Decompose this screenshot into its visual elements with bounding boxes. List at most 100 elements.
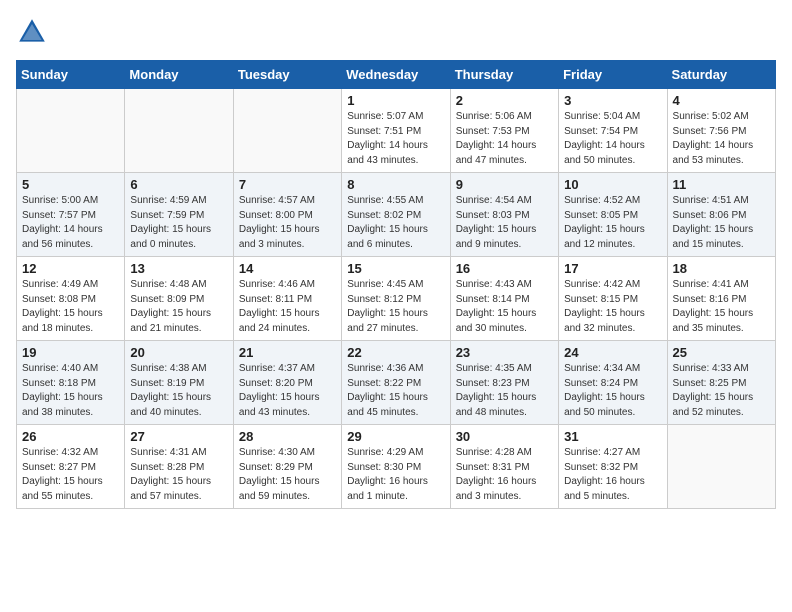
- calendar-empty-cell: [125, 89, 233, 173]
- day-number: 24: [564, 345, 661, 360]
- day-number: 15: [347, 261, 444, 276]
- day-info: Sunrise: 4:34 AM Sunset: 8:24 PM Dayligh…: [564, 362, 661, 420]
- day-number: 1: [347, 93, 444, 108]
- calendar-day-2: 2 Sunrise: 5:06 AM Sunset: 7:53 PM Daylig…: [450, 89, 558, 173]
- day-number: 2: [456, 93, 553, 108]
- day-info: Sunrise: 4:32 AM Sunset: 8:27 PM Dayligh…: [22, 446, 119, 504]
- calendar-week-3: 12 Sunrise: 4:49 AM Sunset: 8:08 PM Dayli…: [17, 257, 776, 341]
- day-info: Sunrise: 4:55 AM Sunset: 8:02 PM Dayligh…: [347, 194, 444, 252]
- calendar-day-26: 26 Sunrise: 4:32 AM Sunset: 8:27 PM Dayli…: [17, 425, 125, 509]
- day-number: 4: [673, 93, 770, 108]
- day-info: Sunrise: 4:37 AM Sunset: 8:20 PM Dayligh…: [239, 362, 336, 420]
- day-number: 5: [22, 177, 119, 192]
- calendar-table: SundayMondayTuesdayWednesdayThursdayFrid…: [16, 60, 776, 509]
- day-number: 23: [456, 345, 553, 360]
- weekday-header-wednesday: Wednesday: [342, 61, 450, 89]
- day-number: 7: [239, 177, 336, 192]
- day-info: Sunrise: 5:07 AM Sunset: 7:51 PM Dayligh…: [347, 110, 444, 168]
- page-header: [16, 16, 776, 48]
- day-number: 22: [347, 345, 444, 360]
- day-info: Sunrise: 4:51 AM Sunset: 8:06 PM Dayligh…: [673, 194, 770, 252]
- day-number: 31: [564, 429, 661, 444]
- day-info: Sunrise: 5:00 AM Sunset: 7:57 PM Dayligh…: [22, 194, 119, 252]
- day-info: Sunrise: 4:59 AM Sunset: 7:59 PM Dayligh…: [130, 194, 227, 252]
- calendar-day-20: 20 Sunrise: 4:38 AM Sunset: 8:19 PM Dayli…: [125, 341, 233, 425]
- calendar-week-2: 5 Sunrise: 5:00 AM Sunset: 7:57 PM Daylig…: [17, 173, 776, 257]
- day-number: 17: [564, 261, 661, 276]
- weekday-header-sunday: Sunday: [17, 61, 125, 89]
- calendar-day-30: 30 Sunrise: 4:28 AM Sunset: 8:31 PM Dayli…: [450, 425, 558, 509]
- day-number: 13: [130, 261, 227, 276]
- calendar-week-5: 26 Sunrise: 4:32 AM Sunset: 8:27 PM Dayli…: [17, 425, 776, 509]
- calendar-day-25: 25Sunrise: 4:33 AM Sunset: 8:25 PM Dayli…: [667, 341, 775, 425]
- day-info: Sunrise: 5:02 AM Sunset: 7:56 PM Dayligh…: [673, 110, 770, 168]
- day-info: Sunrise: 4:52 AM Sunset: 8:05 PM Dayligh…: [564, 194, 661, 252]
- day-info: Sunrise: 4:57 AM Sunset: 8:00 PM Dayligh…: [239, 194, 336, 252]
- day-info: Sunrise: 4:43 AM Sunset: 8:14 PM Dayligh…: [456, 278, 553, 336]
- weekday-header-saturday: Saturday: [667, 61, 775, 89]
- calendar-day-21: 21 Sunrise: 4:37 AM Sunset: 8:20 PM Dayli…: [233, 341, 341, 425]
- logo: [16, 16, 52, 48]
- day-number: 12: [22, 261, 119, 276]
- day-number: 27: [130, 429, 227, 444]
- day-number: 28: [239, 429, 336, 444]
- day-number: 21: [239, 345, 336, 360]
- day-number: 11: [673, 177, 770, 192]
- day-info: Sunrise: 4:27 AM Sunset: 8:32 PM Dayligh…: [564, 446, 661, 504]
- day-info: Sunrise: 4:40 AM Sunset: 8:18 PM Dayligh…: [22, 362, 119, 420]
- calendar-day-8: 8 Sunrise: 4:55 AM Sunset: 8:02 PM Daylig…: [342, 173, 450, 257]
- calendar-day-31: 31 Sunrise: 4:27 AM Sunset: 8:32 PM Dayli…: [559, 425, 667, 509]
- calendar-day-28: 28 Sunrise: 4:30 AM Sunset: 8:29 PM Dayli…: [233, 425, 341, 509]
- calendar-day-12: 12 Sunrise: 4:49 AM Sunset: 8:08 PM Dayli…: [17, 257, 125, 341]
- calendar-day-18: 18 Sunrise: 4:41 AM Sunset: 8:16 PM Dayli…: [667, 257, 775, 341]
- day-info: Sunrise: 4:30 AM Sunset: 8:29 PM Dayligh…: [239, 446, 336, 504]
- weekday-header-thursday: Thursday: [450, 61, 558, 89]
- day-info: Sunrise: 4:28 AM Sunset: 8:31 PM Dayligh…: [456, 446, 553, 504]
- calendar-day-14: 14Sunrise: 4:46 AM Sunset: 8:11 PM Dayli…: [233, 257, 341, 341]
- calendar-day-24: 24 Sunrise: 4:34 AM Sunset: 8:24 PM Dayli…: [559, 341, 667, 425]
- day-number: 18: [673, 261, 770, 276]
- calendar-empty-cell: [17, 89, 125, 173]
- calendar-day-27: 27 Sunrise: 4:31 AM Sunset: 8:28 PM Dayli…: [125, 425, 233, 509]
- day-number: 20: [130, 345, 227, 360]
- weekday-header-monday: Monday: [125, 61, 233, 89]
- day-number: 3: [564, 93, 661, 108]
- day-number: 29: [347, 429, 444, 444]
- day-info: Sunrise: 4:35 AM Sunset: 8:23 PM Dayligh…: [456, 362, 553, 420]
- day-number: 9: [456, 177, 553, 192]
- day-info: Sunrise: 4:45 AM Sunset: 8:12 PM Dayligh…: [347, 278, 444, 336]
- calendar-week-1: 1 Sunrise: 5:07 AM Sunset: 7:51 PM Daylig…: [17, 89, 776, 173]
- day-info: Sunrise: 5:06 AM Sunset: 7:53 PM Dayligh…: [456, 110, 553, 168]
- day-number: 8: [347, 177, 444, 192]
- day-info: Sunrise: 4:31 AM Sunset: 8:28 PM Dayligh…: [130, 446, 227, 504]
- day-info: Sunrise: 4:38 AM Sunset: 8:19 PM Dayligh…: [130, 362, 227, 420]
- day-info: Sunrise: 4:42 AM Sunset: 8:15 PM Dayligh…: [564, 278, 661, 336]
- weekday-header-tuesday: Tuesday: [233, 61, 341, 89]
- calendar-day-7: 7 Sunrise: 4:57 AM Sunset: 8:00 PM Daylig…: [233, 173, 341, 257]
- day-info: Sunrise: 4:49 AM Sunset: 8:08 PM Dayligh…: [22, 278, 119, 336]
- calendar-empty-cell: [667, 425, 775, 509]
- weekday-header-row: SundayMondayTuesdayWednesdayThursdayFrid…: [17, 61, 776, 89]
- calendar-day-4: 4 Sunrise: 5:02 AM Sunset: 7:56 PM Daylig…: [667, 89, 775, 173]
- day-info: Sunrise: 4:29 AM Sunset: 8:30 PM Dayligh…: [347, 446, 444, 504]
- day-number: 25: [673, 345, 770, 360]
- calendar-day-6: 6Sunrise: 4:59 AM Sunset: 7:59 PM Daylig…: [125, 173, 233, 257]
- calendar-day-22: 22Sunrise: 4:36 AM Sunset: 8:22 PM Dayli…: [342, 341, 450, 425]
- calendar-day-19: 19 Sunrise: 4:40 AM Sunset: 8:18 PM Dayli…: [17, 341, 125, 425]
- day-number: 19: [22, 345, 119, 360]
- day-number: 26: [22, 429, 119, 444]
- day-number: 30: [456, 429, 553, 444]
- day-number: 14: [239, 261, 336, 276]
- day-info: Sunrise: 5:04 AM Sunset: 7:54 PM Dayligh…: [564, 110, 661, 168]
- calendar-day-29: 29 Sunrise: 4:29 AM Sunset: 8:30 PM Dayli…: [342, 425, 450, 509]
- calendar-day-9: 9 Sunrise: 4:54 AM Sunset: 8:03 PM Daylig…: [450, 173, 558, 257]
- calendar-day-13: 13Sunrise: 4:48 AM Sunset: 8:09 PM Dayli…: [125, 257, 233, 341]
- calendar-week-4: 19 Sunrise: 4:40 AM Sunset: 8:18 PM Dayli…: [17, 341, 776, 425]
- calendar-day-5: 5 Sunrise: 5:00 AM Sunset: 7:57 PM Daylig…: [17, 173, 125, 257]
- calendar-day-15: 15 Sunrise: 4:45 AM Sunset: 8:12 PM Dayli…: [342, 257, 450, 341]
- calendar-empty-cell: [233, 89, 341, 173]
- calendar-day-3: 3 Sunrise: 5:04 AM Sunset: 7:54 PM Daylig…: [559, 89, 667, 173]
- day-info: Sunrise: 4:54 AM Sunset: 8:03 PM Dayligh…: [456, 194, 553, 252]
- calendar-day-11: 11 Sunrise: 4:51 AM Sunset: 8:06 PM Dayli…: [667, 173, 775, 257]
- day-info: Sunrise: 4:41 AM Sunset: 8:16 PM Dayligh…: [673, 278, 770, 336]
